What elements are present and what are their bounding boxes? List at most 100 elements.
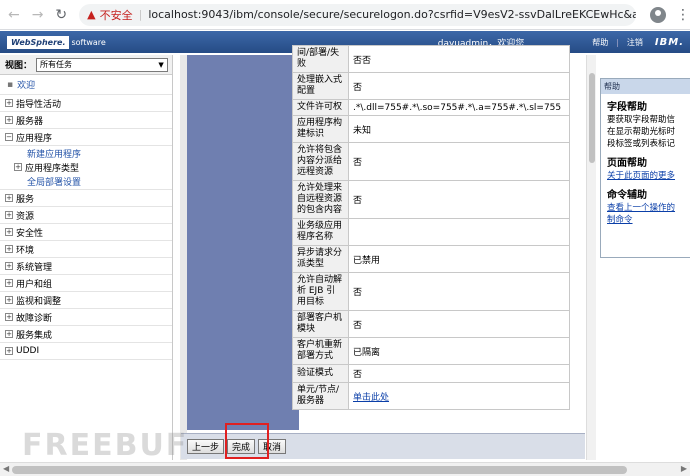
table-row: 间/部署/失败 否否: [292, 45, 570, 73]
nav-item-label: 指导性活动: [16, 99, 62, 110]
expand-icon[interactable]: +: [5, 296, 13, 304]
nav-item[interactable]: + 服务: [0, 190, 172, 207]
setting-name: 单元/节点/服务器: [292, 382, 349, 410]
expand-icon[interactable]: +: [5, 313, 13, 321]
forward-icon[interactable]: →: [28, 5, 48, 25]
setting-value: [348, 218, 570, 246]
expand-icon[interactable]: +: [5, 194, 13, 202]
expand-icon[interactable]: +: [14, 163, 22, 171]
scroll-right-icon[interactable]: ▶: [681, 464, 687, 473]
command-assist-link[interactable]: 查看上一个操作的: [601, 202, 690, 214]
nav-item[interactable]: + UDDI: [0, 343, 172, 360]
nav-item[interactable]: + 资源: [0, 207, 172, 224]
setting-value: 否否: [348, 45, 570, 73]
setting-value: 已隔离: [348, 337, 570, 365]
nav-item[interactable]: + 安全性: [0, 224, 172, 241]
expand-icon[interactable]: +: [5, 330, 13, 338]
logout-link[interactable]: 注销: [627, 37, 643, 48]
page-help-link[interactable]: 关于此页面的更多: [601, 170, 690, 182]
profile-icon[interactable]: [650, 6, 667, 23]
main-content: 间/部署/失败 否否 处理嵌入式配置否文件许可权 .*\.dll=755#.*\.so…: [173, 45, 585, 460]
table-row: 允许处理来自远程资源的包含内容否: [292, 180, 570, 219]
setting-value: 否: [348, 272, 570, 311]
reload-icon[interactable]: ↻: [51, 5, 71, 25]
setting-name: 业务级应用程序名称: [292, 218, 349, 246]
nav-item[interactable]: + 监视和调整: [0, 292, 172, 309]
nav-item[interactable]: + 故障诊断: [0, 309, 172, 326]
nav-item[interactable]: + 系统管理: [0, 258, 172, 275]
field-help-line: 要获取字段帮助信: [607, 115, 676, 125]
field-help-line: 段标签或列表标记: [607, 139, 676, 149]
table-row: 验证模式否: [292, 364, 570, 383]
field-help-line: 在显示帮助光标时: [607, 127, 676, 137]
view-label: 视图：: [5, 61, 33, 71]
command-assist-title: 命令辅助: [607, 190, 647, 201]
nav-item-label: 资源: [16, 211, 35, 222]
nav-item[interactable]: − 应用程序: [0, 129, 172, 146]
setting-name: 客户机重新部署方式: [292, 337, 349, 365]
watermark: FREEBUF: [22, 428, 189, 463]
setting-name: 允许自动解析 EJB 引用目标: [292, 272, 349, 311]
view-row: 视图： 所有任务 ▼: [0, 55, 172, 75]
expand-icon[interactable]: +: [5, 347, 13, 355]
table-row: 异步请求分派类型 已禁用: [292, 245, 570, 273]
nav-item[interactable]: + 环境: [0, 241, 172, 258]
frame-border: [180, 55, 187, 460]
nav-item-label: 监视和调整: [16, 296, 62, 307]
help-header: 帮助: [601, 79, 690, 94]
nav-new-application-label: 新建应用程序: [27, 149, 82, 160]
expand-icon[interactable]: +: [5, 116, 13, 124]
expand-icon[interactable]: +: [5, 279, 13, 287]
expand-icon[interactable]: +: [5, 228, 13, 236]
bullet-icon: ▪: [7, 79, 14, 90]
setting-name: 允许处理来自远程资源的包含内容: [292, 180, 349, 219]
collapse-icon[interactable]: −: [5, 133, 13, 141]
nav-item[interactable]: + 用户和组: [0, 275, 172, 292]
menu-kebab-icon[interactable]: ⋮: [676, 7, 690, 23]
nav-item-label: 故障诊断: [16, 313, 53, 324]
nav-global-deploy-settings[interactable]: 全局部署设置: [0, 174, 172, 190]
setting-value: 否: [348, 180, 570, 219]
help-link[interactable]: 帮助: [592, 37, 608, 48]
ibm-logo: IBM.: [654, 36, 684, 48]
wizard-steps-column: [187, 55, 299, 430]
table-row: 文件许可权 .*\.dll=755#.*\.so=755#.*\.a=755#.*…: [292, 99, 570, 116]
nav-item[interactable]: + 服务集成: [0, 326, 172, 343]
left-navigation: 视图： 所有任务 ▼ ▪ 欢迎 + 指导性活动 + 服务器 − 应用程序 新建应用程序 +…: [0, 55, 173, 460]
scroll-left-icon[interactable]: ◀: [3, 464, 9, 473]
command-assist-link-2[interactable]: 制命令: [601, 214, 690, 226]
table-row: 允许自动解析 EJB 引用目标否: [292, 272, 570, 311]
nav-item[interactable]: + 指导性活动: [0, 95, 172, 112]
horizontal-scrollbar[interactable]: ◀ ▶: [0, 462, 690, 476]
back-icon[interactable]: ←: [4, 5, 24, 25]
setting-name: 应用程序构建标识: [292, 115, 349, 143]
view-select[interactable]: 所有任务 ▼: [36, 57, 169, 72]
expand-icon[interactable]: +: [5, 99, 13, 107]
nav-welcome-label: 欢迎: [17, 81, 36, 91]
setting-name: 部署客户机模块: [292, 310, 349, 338]
nav-item[interactable]: + 服务器: [0, 112, 172, 129]
expand-icon[interactable]: +: [5, 211, 13, 219]
nav-welcome[interactable]: ▪ 欢迎: [0, 75, 172, 95]
scrollbar-thumb[interactable]: [589, 73, 595, 163]
expand-icon[interactable]: +: [5, 245, 13, 253]
expand-icon[interactable]: +: [5, 262, 13, 270]
vertical-scrollbar[interactable]: [586, 55, 596, 460]
setting-name: 验证模式: [292, 364, 349, 383]
setting-value: 单击此处: [348, 382, 570, 410]
nav-new-application[interactable]: 新建应用程序: [0, 146, 172, 160]
setting-value: 否: [348, 142, 570, 181]
nav-application-types[interactable]: + 应用程序类型: [0, 160, 172, 174]
click-here-link[interactable]: 单击此处: [353, 393, 389, 403]
help-box: 帮助 字段帮助 要获取字段帮助信 在显示帮助光标时 段标签或列表标记 页面帮助 …: [600, 78, 690, 258]
banner-separator: |: [616, 37, 619, 47]
nav-item-label: 服务器: [16, 116, 44, 127]
nav-item-label: 环境: [16, 245, 35, 256]
setting-name: 文件许可权: [292, 99, 349, 116]
hscroll-thumb[interactable]: [12, 466, 627, 474]
field-help-title: 字段帮助: [607, 102, 647, 113]
previous-button[interactable]: 上一步: [187, 439, 225, 454]
nav-item-label: 用户和组: [16, 279, 53, 290]
browser-toolbar: ← → ↻ ▲ 不安全 | localhost:9043/ibm/console…: [0, 0, 690, 30]
address-bar[interactable]: ▲ 不安全 | localhost:9043/ibm/console/secur…: [79, 3, 637, 26]
